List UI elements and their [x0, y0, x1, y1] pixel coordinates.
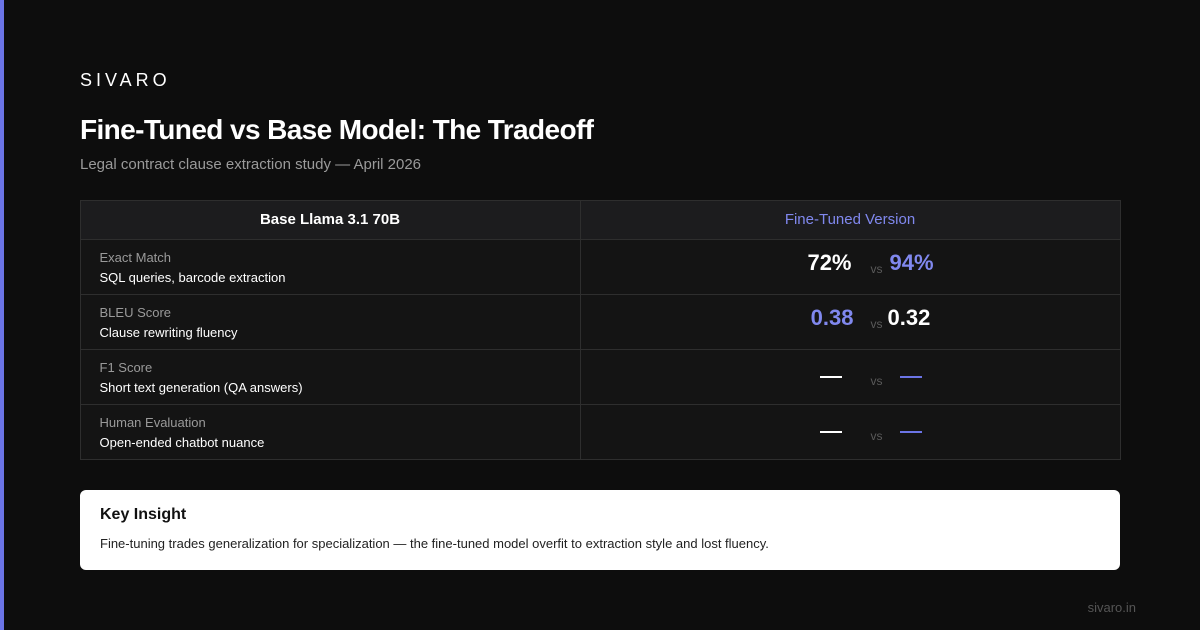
tuned-value: 94% — [889, 249, 934, 275]
insight-text: Fine-tuning trades generalization for sp… — [100, 536, 769, 551]
vs-label: vs — [870, 428, 883, 443]
base-value: 0.38 — [810, 304, 854, 330]
footer-url[interactable]: sivaro.in — [1088, 600, 1136, 615]
table-row-values: vs — [579, 403, 1121, 460]
tuned-empty-dash — [899, 375, 922, 378]
vs-label: vs — [870, 373, 883, 388]
table-row-values: vs — [579, 348, 1121, 405]
table-row-label: BLEU Score Clause rewriting fluency — [79, 293, 581, 350]
tuned-value: 0.32 — [887, 304, 931, 330]
brand-logo: SIVARO — [80, 70, 171, 90]
accent-bar — [0, 0, 4, 630]
table-row-values: 0.38 vs 0.32 — [579, 293, 1121, 350]
table-row-label: F1 Score Short text generation (QA answe… — [79, 348, 581, 405]
key-insight-card: Key Insight Fine-tuning trades generaliz… — [80, 490, 1120, 570]
table-row-label: Exact Match SQL queries, barcode extract… — [79, 238, 581, 295]
base-empty-dash — [819, 375, 842, 378]
metric-description: Clause rewriting fluency — [99, 324, 238, 340]
metric-name: Human Evaluation — [99, 414, 206, 430]
base-empty-dash — [819, 430, 842, 433]
page-subtitle: Legal contract clause extraction study —… — [80, 156, 422, 173]
metric-name: Exact Match — [99, 249, 172, 265]
metric-name: BLEU Score — [99, 304, 172, 320]
header-fine-tuned: Fine-Tuned Version — [579, 199, 1121, 240]
metric-description: Open-ended chatbot nuance — [99, 434, 265, 450]
table-row-label: Human Evaluation Open-ended chatbot nuan… — [79, 403, 581, 460]
comparison-table: Base Llama 3.1 70B Fine-Tuned Version Ex… — [79, 199, 1121, 460]
table-row-values: 72% vs 94% — [579, 238, 1121, 295]
metric-name: F1 Score — [99, 359, 153, 375]
slide: SIVARO Fine-Tuned vs Base Model: The Tra… — [0, 0, 1200, 630]
vs-label: vs — [870, 316, 883, 331]
metric-description: Short text generation (QA answers) — [99, 379, 303, 395]
base-value: 72% — [807, 249, 852, 275]
vs-label: vs — [870, 261, 883, 276]
metric-description: SQL queries, barcode extraction — [99, 269, 286, 285]
page-title: Fine-Tuned vs Base Model: The Tradeoff — [80, 114, 594, 145]
header-base-model: Base Llama 3.1 70B — [79, 199, 581, 240]
insight-title: Key Insight — [100, 506, 187, 523]
tuned-empty-dash — [899, 430, 922, 433]
